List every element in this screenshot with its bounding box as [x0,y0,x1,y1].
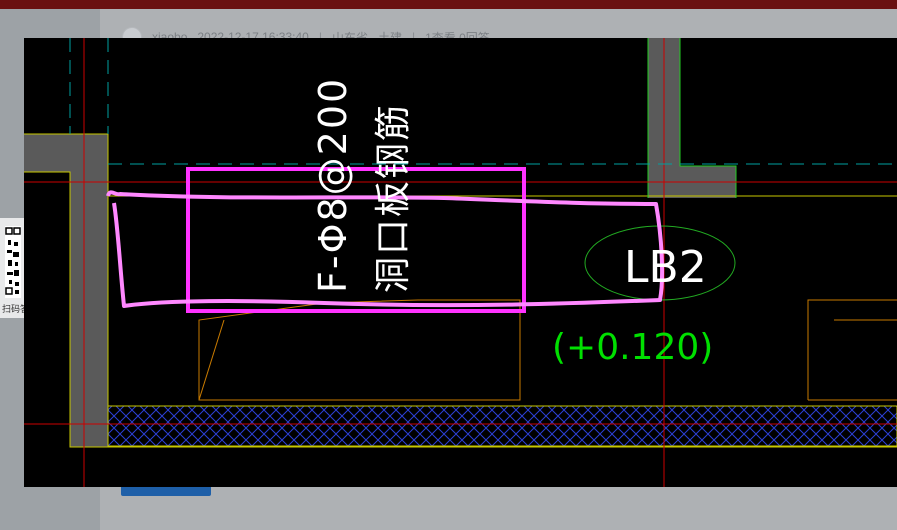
hatched-slab [107,405,897,447]
opening-outline [198,319,225,401]
opening-outline [198,299,521,401]
wall-section-left [24,134,108,172]
qr-sidebar[interactable]: 扫码答 [0,218,29,318]
cad-drawing-canvas [24,38,897,487]
top-header-bar [0,0,897,9]
opening-note-label: 洞口板钢筋 [373,102,414,293]
elevation-label: (+0.120) [552,327,714,368]
rebar-label: F-Φ8@200 [311,76,355,293]
cad-drawing-image: F-Φ8@200 洞口板钢筋 LB2 (+0.120) [24,38,897,487]
opening-outline [807,299,897,401]
highlight-rectangle [186,167,526,313]
wall-section-column [70,172,108,447]
qr-code-icon [5,226,21,298]
beam-tag-label: LB2 [624,242,707,293]
